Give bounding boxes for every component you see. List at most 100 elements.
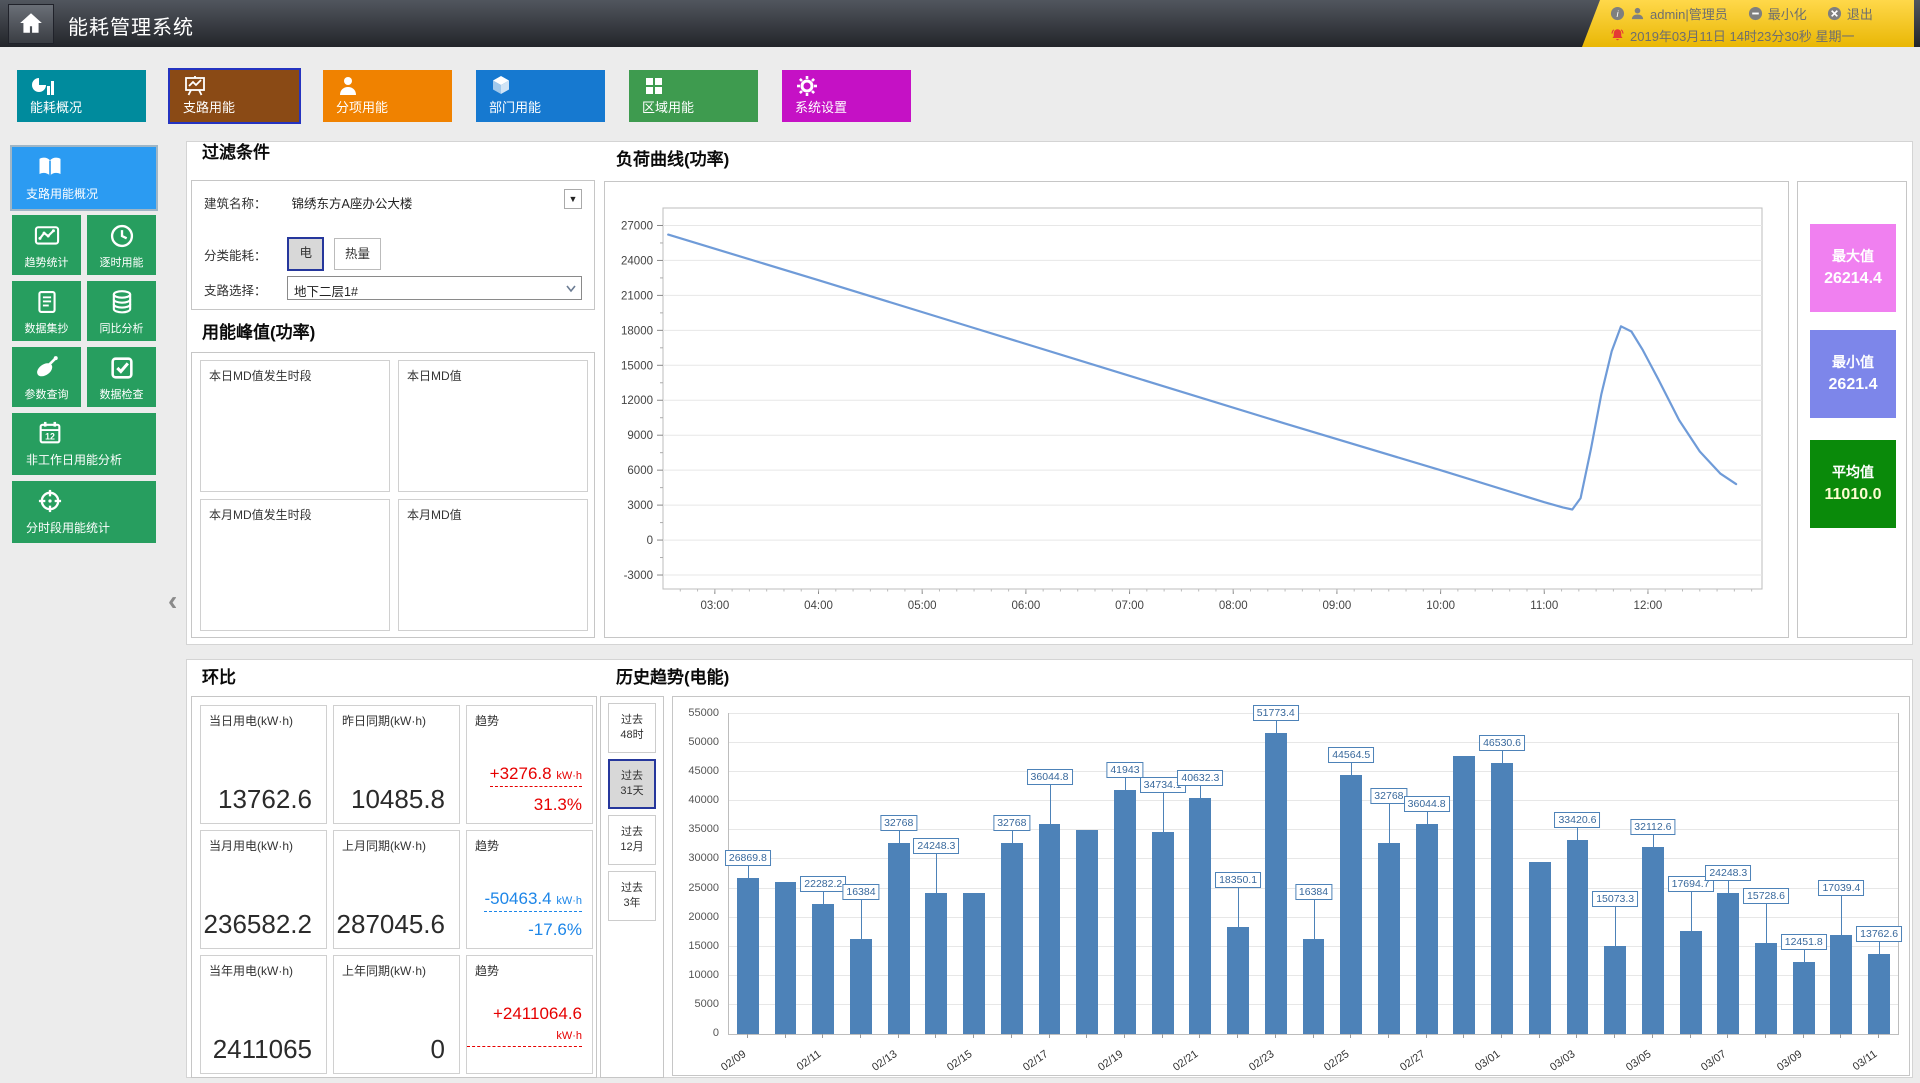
history-range-tab-0[interactable]: 过去 48时 — [608, 703, 656, 753]
bar-02/15 — [963, 892, 986, 1034]
bar-y-tick-label: 55000 — [688, 707, 719, 719]
peak-section-title: 用能峰值(功率) — [202, 323, 316, 342]
gear-icon — [795, 74, 819, 98]
nav-tab-energy-overview[interactable]: 能耗概况 — [17, 70, 146, 122]
sidebar-item-trend-stats[interactable]: 趋势统计 — [12, 215, 81, 275]
svg-text:18000: 18000 — [621, 325, 653, 337]
bar-03/10 — [1830, 934, 1853, 1034]
card-label: 趋势 — [475, 839, 500, 853]
sidebar-item-data-check[interactable]: 数据检查 — [87, 347, 156, 407]
card-value: 13762.6 — [218, 784, 312, 814]
sidebar-item-time-period-stats[interactable]: 分时段用能统计 — [12, 481, 156, 543]
energy-value-card: 当月用电(kW·h) 236582.2 — [200, 830, 327, 949]
card-label: 趋势 — [475, 714, 500, 728]
stat-box-min: 最小值 2621.4 — [1810, 330, 1896, 418]
history-tab-label: 过去 31天 — [620, 770, 644, 797]
bar-y-tick-label: 5000 — [694, 997, 719, 1010]
sidebar-item-branch-overview[interactable]: 支路用能概况 — [12, 147, 156, 209]
home-button[interactable] — [8, 4, 54, 44]
bar-value-label: 41943 — [1106, 761, 1144, 778]
bar-y-tick-label: 25000 — [688, 881, 719, 894]
nav-tab-branch-energy[interactable]: 支路用能 — [170, 70, 299, 122]
bar-02/26 — [1377, 843, 1400, 1034]
bar-03/09 — [1792, 961, 1815, 1034]
card-label: 上月同期(kW·h) — [342, 839, 426, 853]
load-curve-chart: 27000 24000 21000 18000 15000 12000 9000 6000 30… — [621, 207, 1763, 612]
bar-02/25 — [1340, 774, 1363, 1034]
bar-y-tick-label: 10000 — [688, 968, 719, 981]
bar-02/14 — [925, 892, 948, 1034]
peak-cell-label: 本月MD值发生时段 — [209, 508, 312, 522]
stat-box-max: 最大值 26214.4 — [1810, 224, 1896, 312]
peak-cell-label: 本日MD值 — [407, 369, 462, 383]
sidebar-item-label: 数据集抄 — [24, 323, 69, 335]
document-icon — [33, 288, 61, 316]
sidebar-item-data-collection[interactable]: 数据集抄 — [12, 281, 81, 341]
energy-type-button-selected[interactable]: 电 — [287, 237, 324, 271]
peak-cell: 本月MD值 — [398, 499, 588, 631]
bar-02/12 — [850, 938, 872, 1034]
datetime-label: 2019年03月11日 14时23分30秒 星期一 — [1630, 28, 1855, 44]
bar-value-label: 16384 — [1294, 883, 1333, 900]
bar-value-label: 18350.1 — [1215, 872, 1262, 889]
stat-label: 最小值 — [1832, 354, 1874, 370]
bar-02/18 — [1076, 830, 1099, 1034]
history-range-tab-2[interactable]: 过去 12月 — [608, 815, 656, 865]
person-icon — [336, 74, 360, 98]
collapse-sidebar-arrow[interactable]: ‹ — [168, 585, 177, 617]
svg-text:05:00: 05:00 — [908, 600, 937, 612]
sidebar-item-label: 参数查询 — [24, 389, 69, 401]
nav-tab-area-energy[interactable]: 区域用能 — [629, 70, 758, 122]
svg-text:11:00: 11:00 — [1530, 600, 1558, 612]
bar-value-label: 13762.6 — [1856, 925, 1903, 942]
bar-value-label: 44564.5 — [1328, 746, 1375, 763]
trend-percent: 31.3% — [533, 795, 582, 814]
bar-02/13 — [887, 843, 910, 1034]
branch-select[interactable]: 地下二层1# — [287, 276, 582, 300]
svg-text:06:00: 06:00 — [1011, 600, 1040, 612]
close-icon[interactable] — [1827, 6, 1842, 21]
building-dropdown-arrow[interactable]: ▼ — [564, 189, 582, 209]
nav-tab-department-energy[interactable]: 部门用能 — [476, 70, 605, 122]
clock-icon — [108, 222, 136, 250]
nav-tab-system-settings[interactable]: 系统设置 — [782, 70, 911, 122]
bar-value-label: 15073.3 — [1592, 891, 1639, 908]
minimize-icon[interactable] — [1748, 6, 1763, 21]
sidebar-item-label: 数据检查 — [99, 389, 144, 401]
bar-03/03 — [1566, 839, 1589, 1034]
energy-type-button-option[interactable]: 热量 — [334, 238, 382, 270]
logout-button[interactable]: 退出 — [1847, 4, 1873, 23]
history-range-tab-1[interactable]: 过去 31天 — [608, 759, 656, 809]
pie-bars-icon — [30, 74, 54, 98]
app-header: 能耗管理系统 i admin|管理员 最小化 退出 2019年03月11日 14… — [0, 0, 1920, 47]
sidebar-item-hourly-energy[interactable]: 逐时用能 — [87, 215, 156, 275]
bar-value-label: 15728.6 — [1743, 887, 1789, 904]
bar-y-tick-label: 50000 — [688, 736, 719, 749]
trend-card: 趋势 +3276.8 kW·h 31.3% — [466, 705, 593, 824]
load-curve-title: 负荷曲线(功率) — [616, 150, 730, 169]
bar-value-label: 24248.3 — [1705, 864, 1752, 881]
branch-select-value: 地下二层1# — [294, 285, 358, 299]
sidebar-item-parameter-query[interactable]: 参数查询 — [12, 347, 81, 407]
history-tab-label: 过去 12月 — [620, 826, 644, 853]
svg-text:0: 0 — [647, 535, 653, 547]
sidebar-item-non-workday-analysis[interactable]: 12 非工作日用能分析 — [12, 413, 156, 475]
nav-tab-subitem-energy[interactable]: 分项用能 — [323, 70, 452, 122]
bar-03/06 — [1679, 931, 1702, 1034]
svg-text:12: 12 — [45, 431, 55, 441]
minimize-button[interactable]: 最小化 — [1768, 4, 1807, 23]
bar-value-label: 22282.2 — [800, 876, 847, 893]
bar-03/11 — [1868, 953, 1891, 1034]
trend-card: 趋势 +2411064.6 kW·h — [466, 955, 593, 1074]
bar-02/10 — [774, 881, 797, 1034]
bar-02/16 — [1000, 843, 1023, 1034]
bar-03/07 — [1717, 892, 1740, 1034]
bar-02/28 — [1453, 756, 1476, 1034]
nav-tab-label: 部门用能 — [489, 100, 542, 115]
history-range-tab-3[interactable]: 过去 3年 — [608, 871, 656, 921]
sidebar-item-yoy-analysis[interactable]: 同比分析 — [87, 281, 156, 341]
bell-icon — [1610, 28, 1625, 43]
cube-icon — [489, 74, 513, 98]
svg-text:03:00: 03:00 — [700, 600, 729, 612]
svg-text:24000: 24000 — [621, 255, 653, 267]
